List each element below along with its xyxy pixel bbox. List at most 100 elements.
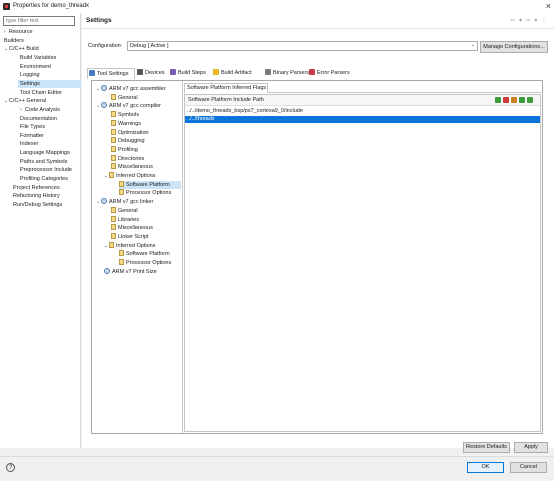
edit-include-icon[interactable]: [511, 97, 517, 103]
nav-item-label: Paths and Symbols: [20, 158, 68, 165]
nav-item-tool-chain-editor[interactable]: Tool Chain Editor: [20, 89, 83, 97]
tool-item-label: Processor Options: [126, 190, 172, 197]
history-nav-icons[interactable]: ⇦ ▾ ⇨ ▾ ⋮: [510, 17, 548, 24]
tool-item-label: Miscellaneous: [118, 164, 153, 171]
tool-item-general[interactable]: General: [111, 206, 181, 215]
nav-item-label: C/C++ General: [9, 98, 46, 105]
nav-item-c-c-build[interactable]: ⌄C/C++ Build: [4, 45, 83, 53]
page-title: Settings: [86, 17, 112, 24]
tool-item-processor-options[interactable]: Processor Options: [119, 259, 181, 267]
tool-item-label: Processor Options: [126, 260, 172, 266]
nav-item-label: Project References: [13, 184, 60, 191]
nav-item-file-types[interactable]: File Types: [20, 123, 83, 131]
settings-page-icon: [111, 119, 116, 126]
nav-item-c-c-general[interactable]: ⌄C/C++ General: [4, 97, 83, 105]
include-path-row[interactable]: ../../threadx: [185, 116, 540, 123]
nav-item-resource[interactable]: › Resource: [4, 28, 83, 36]
nav-item-label: Formatter: [20, 132, 44, 139]
delete-include-icon[interactable]: [503, 97, 509, 103]
restore-defaults-button[interactable]: Restore Defaults: [463, 442, 510, 453]
tool-item-arm-v7-gcc-linker[interactable]: ⌄ ARM v7 gcc linker: [96, 198, 181, 206]
nav-item-paths-and-symbols[interactable]: Paths and Symbols: [20, 158, 83, 166]
nav-item-label: C/C++ Build: [9, 46, 39, 53]
tool-item-label: Warnings: [118, 120, 142, 127]
tool-item-arm-v7-gcc-compiler[interactable]: ⌄ ARM v7 gcc compiler: [96, 102, 181, 110]
nav-item-refactoring-history[interactable]: Refactoring History: [13, 192, 83, 200]
tool-item-optimization[interactable]: Optimization: [111, 128, 181, 137]
configuration-select[interactable]: Debug [ Active ] ⌄: [127, 41, 478, 51]
tab-software-platform-inferred-flags[interactable]: Software Platform Inferred Flags: [184, 83, 268, 93]
tool-item-debugging[interactable]: Debugging: [111, 137, 181, 145]
tool-item-label: Optimization: [118, 129, 149, 136]
nav-item-label: Language Mappings: [20, 150, 70, 157]
include-path-panel: [184, 94, 541, 432]
nav-item-settings[interactable]: Settings: [18, 79, 81, 88]
nav-item-environment[interactable]: Environment: [20, 63, 83, 71]
move-up-icon[interactable]: [519, 97, 525, 103]
tool-item-label: ARM v7 Print Size: [112, 268, 157, 275]
cancel-button[interactable]: Cancel: [510, 462, 547, 473]
nav-item-project-references[interactable]: Project References: [13, 184, 83, 192]
tool-item-label: Debugging: [118, 138, 145, 145]
tab-build-artifact[interactable]: Build Artifact: [212, 68, 263, 79]
add-include-icon[interactable]: [495, 97, 501, 103]
tool-item-arm-v7-gcc-assembler[interactable]: ⌄ ARM v7 gcc assembler: [96, 85, 181, 93]
tool-item-libraries[interactable]: Libraries: [111, 215, 181, 224]
tab-build-steps[interactable]: Build Steps: [169, 68, 211, 79]
tab-tool-settings[interactable]: Tool Settings: [87, 68, 135, 79]
settings-page-icon: [111, 93, 116, 100]
tab-error-parsers[interactable]: Error Parsers: [308, 68, 353, 79]
tool-item-general[interactable]: General: [111, 93, 181, 102]
tool-item-software-platform[interactable]: Software Platform: [119, 180, 181, 189]
nav-item-preprocessor-include[interactable]: Preprocessor Include: [20, 166, 83, 174]
move-down-icon[interactable]: [527, 97, 533, 103]
tool-item-inferred-options[interactable]: ⌄ Inferred Options: [104, 172, 181, 180]
settings-page-icon: [111, 215, 116, 222]
tool-item-miscellaneous[interactable]: Miscellaneous: [111, 224, 181, 232]
close-icon[interactable]: ×: [546, 1, 551, 11]
filter-input[interactable]: [3, 16, 75, 26]
settings-page-icon: [111, 128, 116, 135]
nav-item-language-mappings[interactable]: Language Mappings: [20, 149, 83, 157]
tool-item-processor-options[interactable]: Processor Options: [119, 189, 181, 197]
ok-button[interactable]: OK: [467, 462, 504, 473]
tool-item-label: General: [118, 94, 138, 101]
nav-item-run-debug-settings[interactable]: Run/Debug Settings: [13, 201, 83, 209]
gear-icon: [101, 198, 107, 205]
tool-item-arm-v7-print-size[interactable]: ARM v7 Print Size: [104, 267, 181, 276]
tool-settings-icon: [89, 70, 95, 76]
nav-item-code-analysis[interactable]: › Code Analysis: [20, 106, 83, 114]
nav-item-build-variables[interactable]: Build Variables: [20, 54, 83, 62]
nav-item-indexer[interactable]: Indexer: [20, 140, 83, 148]
nav-item-profiling-categories[interactable]: Profiling Categories: [20, 175, 83, 183]
settings-tabs: Tool Settings Devices Build Steps Build Art…: [87, 68, 547, 79]
nav-item-documentation[interactable]: Documentation: [20, 115, 83, 123]
tool-item-directories[interactable]: Directories: [111, 154, 181, 163]
nav-item-formatter[interactable]: Formatter: [20, 132, 83, 140]
tool-item-profiling[interactable]: Profiling: [111, 145, 181, 154]
gear-icon: [104, 267, 110, 274]
nav-item-logging[interactable]: Logging: [20, 71, 83, 79]
tool-item-label: Software Platform: [126, 181, 170, 188]
tab-binary-parsers[interactable]: Binary Parsers: [264, 68, 309, 79]
settings-page-icon: [111, 232, 116, 239]
settings-page-icon: [119, 250, 124, 257]
help-icon[interactable]: ?: [6, 463, 15, 472]
settings-page-icon: [111, 145, 116, 152]
include-path-row[interactable]: ../../demo_threadx_bsp/ps7_cortexa9_0/in…: [185, 108, 540, 115]
nav-item-label: Profiling Categories: [20, 176, 68, 183]
tool-settings-tree: ⌄ ARM v7 gcc assembler General ⌄ ARM v7 gcc …: [92, 81, 183, 433]
tool-item-miscellaneous[interactable]: Miscellaneous: [111, 163, 181, 171]
tab-devices[interactable]: Devices: [136, 68, 168, 79]
build-artifact-icon: [213, 69, 219, 75]
tool-item-warnings[interactable]: Warnings: [111, 119, 181, 128]
tool-item-symbols[interactable]: Symbols: [111, 111, 181, 119]
tool-item-label: General: [118, 207, 138, 214]
tool-item-linker-script[interactable]: Linker Script: [111, 232, 181, 241]
nav-item-builders[interactable]: Builders: [4, 37, 83, 45]
manage-configurations-button[interactable]: Manage Configurations...: [480, 41, 548, 53]
tool-item-inferred-options[interactable]: ⌄ Inferred Options: [104, 241, 181, 250]
apply-button[interactable]: Apply: [514, 442, 548, 453]
tool-item-software-platform[interactable]: Software Platform: [119, 250, 181, 258]
settings-page-icon: [111, 163, 116, 170]
